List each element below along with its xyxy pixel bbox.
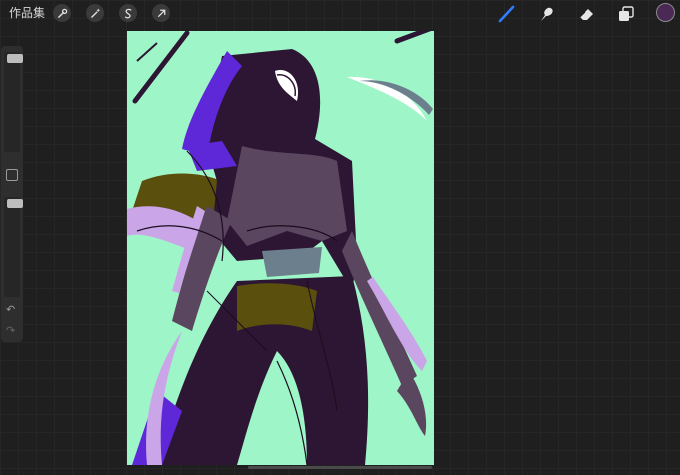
wrench-icon <box>57 8 67 18</box>
magic-wand-icon <box>90 8 100 18</box>
layers-icon <box>619 6 634 21</box>
selection-button[interactable] <box>119 4 137 22</box>
transform-button[interactable] <box>152 4 170 22</box>
canvas-scrollbar[interactable] <box>248 466 432 469</box>
brush-size-handle[interactable] <box>7 54 23 63</box>
adjustments-button[interactable] <box>86 4 104 22</box>
actions-button[interactable] <box>53 4 71 22</box>
modify-button[interactable] <box>6 169 18 181</box>
redo-icon[interactable]: ↷ <box>6 325 15 336</box>
artwork <box>127 31 433 465</box>
brush-size-slider[interactable] <box>4 52 23 152</box>
gallery-button[interactable]: 作品集 <box>9 5 45 21</box>
opacity-handle[interactable] <box>7 199 23 208</box>
arrow-cursor-icon <box>157 9 165 17</box>
brush-tool-button[interactable] <box>496 3 518 25</box>
eraser-tool-button[interactable] <box>576 3 598 25</box>
eraser-icon <box>579 9 593 20</box>
layers-button[interactable] <box>615 3 637 25</box>
top-toolbar: 作品集 <box>0 0 680 26</box>
undo-icon[interactable]: ↶ <box>6 304 15 315</box>
selection-s-icon <box>124 8 132 19</box>
drawing-canvas[interactable] <box>127 31 434 465</box>
smudge-finger-icon <box>541 7 553 21</box>
color-swatch-button[interactable] <box>656 3 675 22</box>
opacity-slider[interactable] <box>4 197 23 297</box>
smudge-tool-button[interactable] <box>536 3 558 25</box>
left-sidebar: ↶ ↷ <box>1 46 23 342</box>
brush-icon <box>498 5 515 23</box>
